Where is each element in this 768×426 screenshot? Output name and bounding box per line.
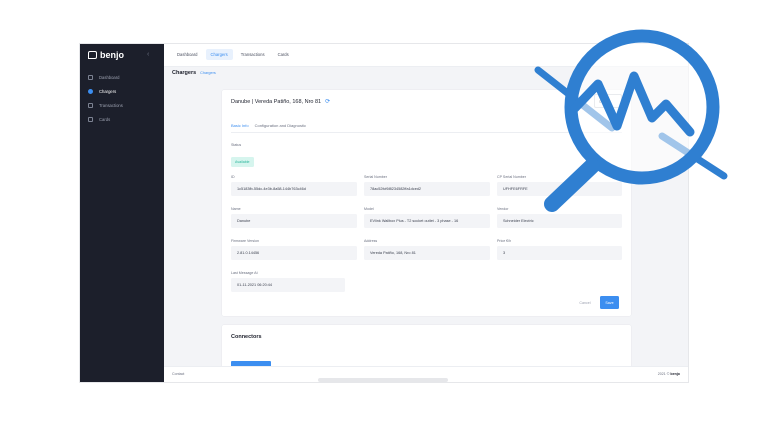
address-label: Address bbox=[364, 239, 378, 243]
status-field: Status Available bbox=[231, 143, 254, 168]
refresh-button[interactable]: ⟳ Re bbox=[594, 94, 622, 108]
sidebar: benjo ‹ Dashboard Chargers Transactions … bbox=[80, 44, 164, 382]
cancel-button[interactable]: Cancel bbox=[574, 296, 596, 309]
charger-title-text: Danube | Vereda Patiño, 168, Nro 81 bbox=[231, 98, 322, 105]
detail-tabs: Basic Info Configuration and Diagnostic bbox=[231, 123, 306, 128]
address-input[interactable]: Vereda Patiño, 168, Nro 81 bbox=[364, 246, 490, 260]
tab-configuration[interactable]: Configuration and Diagnostic bbox=[255, 123, 306, 128]
footer-brand: benjo bbox=[670, 372, 680, 376]
sidebar-item-cards[interactable]: Cards bbox=[80, 112, 164, 126]
breadcrumb-link[interactable]: Chargers bbox=[200, 71, 216, 75]
top-tabs: Dashboard Chargers Transactions Cards bbox=[172, 49, 294, 60]
cp-serial-input[interactable]: UFHFE6FRFE bbox=[497, 182, 622, 196]
footer-contact-link[interactable]: Contact bbox=[172, 372, 184, 376]
brand-name: benjo bbox=[100, 50, 124, 60]
chart-icon bbox=[88, 74, 93, 80]
tabs-divider bbox=[231, 132, 622, 133]
serial-input[interactable]: 78ac52fcf6f8234582ffa1dced2 bbox=[364, 182, 490, 196]
tab-dashboard[interactable]: Dashboard bbox=[172, 49, 203, 60]
refresh-icon: ⟳ bbox=[599, 98, 603, 104]
status-badge: Available bbox=[231, 157, 254, 167]
list-icon bbox=[88, 102, 93, 108]
model-label: Model bbox=[364, 207, 374, 211]
price-input[interactable]: 3 bbox=[497, 246, 622, 260]
cp-serial-field: CP Serial Number UFHFE6FRFE bbox=[497, 175, 622, 196]
last-message-label: Last Message At bbox=[231, 271, 258, 275]
save-button[interactable]: Save bbox=[600, 296, 619, 309]
firmware-field: Firmware Version 2.81.0.14456 bbox=[231, 239, 357, 260]
tab-cards[interactable]: Cards bbox=[273, 49, 294, 60]
sidebar-item-label: Transactions bbox=[99, 102, 123, 108]
model-field: Model EVlink Wallbox Plus - T2 socket ou… bbox=[364, 207, 490, 228]
edit-button[interactable]: Edit bbox=[578, 97, 585, 102]
collapse-icon[interactable]: ‹ bbox=[147, 51, 149, 58]
page-title: Chargers bbox=[172, 70, 197, 76]
charger-icon bbox=[88, 88, 93, 94]
card-icon bbox=[88, 116, 93, 122]
sidebar-item-transactions[interactable]: Transactions bbox=[80, 98, 164, 112]
name-field: Name Danube bbox=[231, 207, 357, 228]
footer-copyright: 2021 © benjo bbox=[658, 372, 680, 376]
sidebar-item-chargers[interactable]: Chargers bbox=[80, 84, 164, 98]
brand[interactable]: benjo bbox=[88, 50, 124, 60]
price-label: Price €/h bbox=[497, 239, 512, 243]
status-label: Status bbox=[231, 143, 242, 147]
refresh-button-label: Re bbox=[604, 98, 610, 104]
refresh-icon[interactable]: ⟳ bbox=[325, 98, 330, 105]
firmware-label: Firmware Version bbox=[231, 239, 259, 243]
vendor-label: Vendor bbox=[497, 207, 509, 211]
sidebar-item-label: Cards bbox=[99, 116, 111, 122]
serial-field: Serial Number 78ac52fcf6f8234582ffa1dced… bbox=[364, 175, 490, 196]
sidebar-item-dashboard[interactable]: Dashboard bbox=[80, 70, 164, 84]
tab-basic-info[interactable]: Basic Info bbox=[231, 123, 249, 128]
benjo-logo-icon bbox=[88, 51, 97, 59]
name-label: Name bbox=[231, 207, 241, 211]
charger-title: Danube | Vereda Patiño, 168, Nro 81 ⟳ bbox=[231, 98, 330, 106]
breadcrumb: Chargers Chargers bbox=[172, 70, 216, 76]
id-field: ID 1c5183fb-55dc-4e3b-8a58-144b763c46d bbox=[231, 175, 357, 196]
id-label: ID bbox=[231, 175, 235, 179]
sidebar-item-label: Chargers bbox=[99, 88, 117, 94]
address-field: Address Vereda Patiño, 168, Nro 81 bbox=[364, 239, 490, 260]
name-input[interactable]: Danube bbox=[231, 214, 357, 228]
footer-copyright-prefix: 2021 © bbox=[657, 372, 670, 376]
charger-detail-card: Danube | Vereda Patiño, 168, Nro 81 ⟳ Ba… bbox=[222, 90, 631, 333]
bottom-shadow bbox=[318, 378, 448, 382]
serial-label: Serial Number bbox=[364, 175, 387, 179]
connectors-title: Connectors bbox=[231, 334, 262, 340]
vendor-input[interactable]: Schneider Electric bbox=[497, 214, 622, 228]
firmware-input[interactable]: 2.81.0.14456 bbox=[231, 246, 357, 260]
model-input[interactable]: EVlink Wallbox Plus - T2 socket outlet -… bbox=[364, 214, 490, 228]
cp-serial-label: CP Serial Number bbox=[497, 175, 526, 179]
vendor-field: Vendor Schneider Electric bbox=[497, 207, 622, 228]
last-message-field: Last Message At 01-11-2021 06:20:44 bbox=[231, 271, 345, 292]
tab-chargers[interactable]: Chargers bbox=[205, 49, 233, 60]
top-bar: Dashboard Chargers Transactions Cards bbox=[164, 44, 688, 67]
price-field: Price €/h 3 bbox=[497, 239, 622, 260]
last-message-input[interactable]: 01-11-2021 06:20:44 bbox=[231, 278, 345, 292]
tab-transactions[interactable]: Transactions bbox=[236, 49, 270, 60]
sidebar-nav: Dashboard Chargers Transactions Cards bbox=[80, 70, 164, 126]
id-input[interactable]: 1c5183fb-55dc-4e3b-8a58-144b763c46d bbox=[231, 182, 357, 196]
sidebar-item-label: Dashboard bbox=[99, 74, 120, 80]
